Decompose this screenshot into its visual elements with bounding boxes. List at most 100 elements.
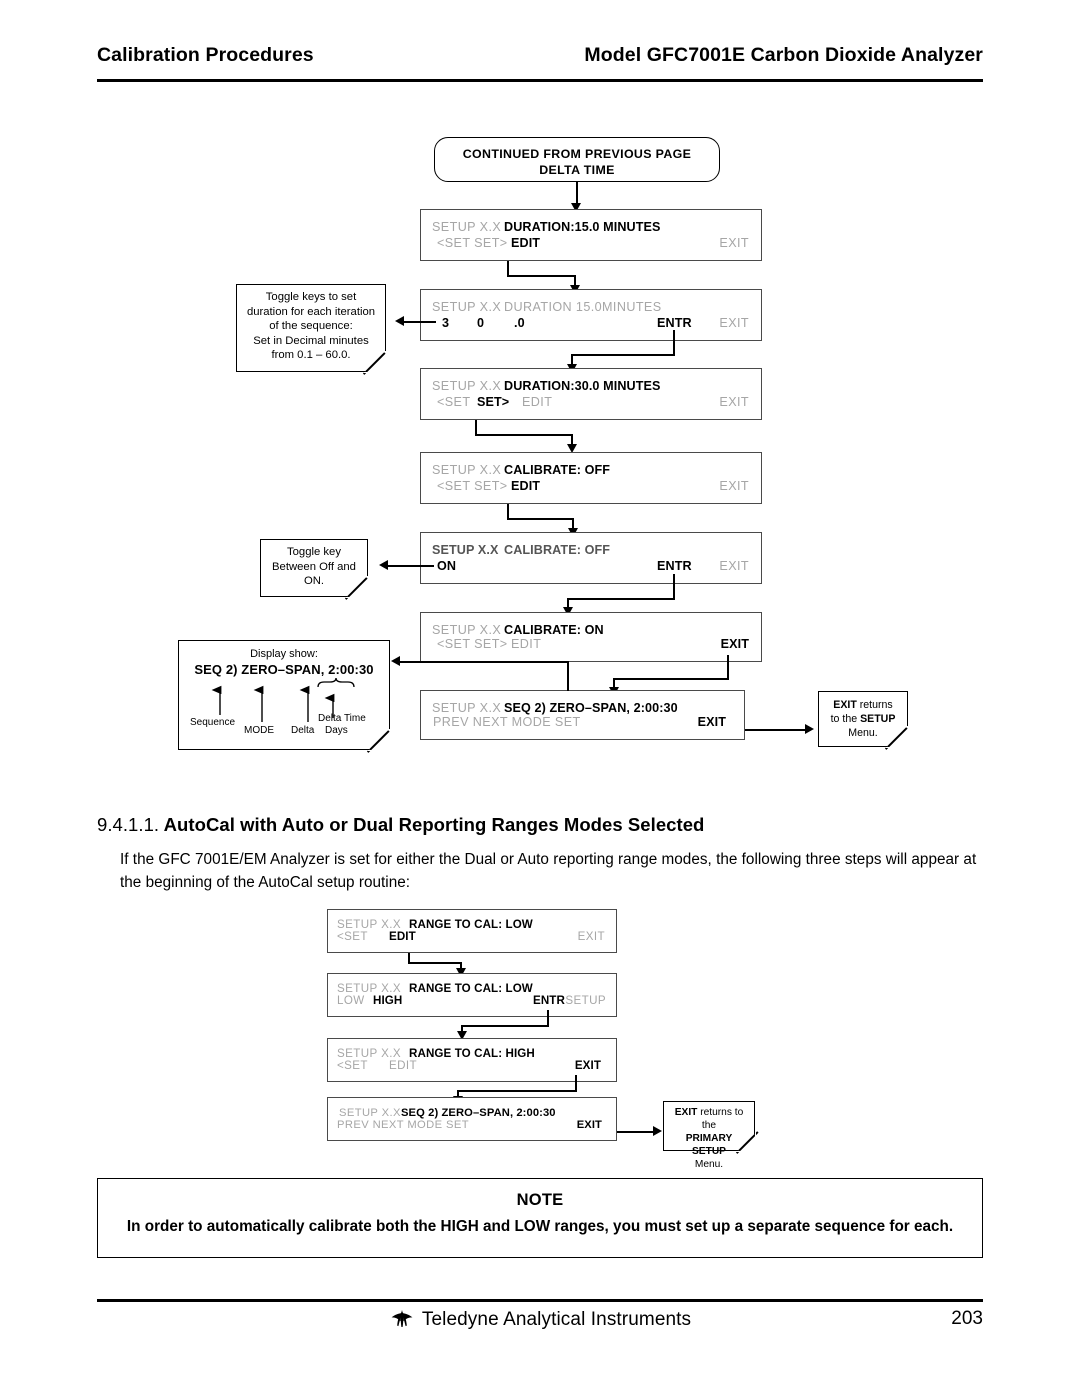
page-footer: Teledyne Analytical Instruments 203: [97, 1308, 983, 1342]
connector-line: [388, 565, 434, 567]
connector-arrow-left: [395, 316, 404, 326]
connector-line: [507, 275, 576, 277]
connector-line: [567, 598, 675, 600]
connector-arrow-left: [379, 560, 388, 570]
display-row-bottom: <SET EDIT EXIT: [328, 927, 616, 947]
footer-divider: [97, 1299, 983, 1302]
softkey-on[interactable]: ON: [437, 556, 456, 576]
connector-arrow-right: [653, 1126, 662, 1136]
note-exit-pre: to the: [830, 713, 861, 725]
display-row-bottom: <SET SET> EDIT EXIT: [421, 233, 761, 253]
display-box-range-select[interactable]: SETUP X.X RANGE TO CAL: LOW LOW HIGH ENT…: [327, 973, 617, 1017]
connector-line: [461, 1025, 549, 1027]
flow-terminator-continued: CONTINUED FROM PREVIOUS PAGE DELTA TIME: [434, 137, 720, 182]
softkey-entr[interactable]: ENTR: [533, 991, 565, 1011]
connector-line: [576, 182, 578, 205]
softkey-setup[interactable]: SETUP: [565, 991, 606, 1011]
header-left-title: Calibration Procedures: [97, 44, 314, 66]
connector-line: [571, 354, 675, 356]
digit-tens[interactable]: 3: [442, 313, 449, 333]
teledyne-logo-icon: [389, 1308, 415, 1334]
display-box-seq-summary-2[interactable]: SETUP X.X SEQ 2) ZERO–SPAN, 2:00:30 PREV…: [327, 1097, 617, 1141]
display-box-calibrate-toggle[interactable]: SETUP X.X CALIBRATE: OFF ON ENTR EXIT: [420, 532, 762, 584]
note-exit-line-3: Menu.: [694, 1159, 724, 1170]
note-exit-line-2: to the SETUP: [824, 712, 902, 726]
display-box-duration-15[interactable]: SETUP X.X DURATION:15.0 MINUTES <SET SET…: [420, 209, 762, 261]
softkey-nav-group[interactable]: PREV NEXT MODE SET: [337, 1115, 469, 1135]
display-box-calibrate-on[interactable]: SETUP X.X CALIBRATE: ON <SET SET> EDIT E…: [420, 612, 762, 662]
terminator-line-2: DELTA TIME: [539, 163, 615, 177]
section-number: 9.4.1.1.: [97, 814, 160, 835]
softkey-exit[interactable]: EXIT: [577, 1115, 602, 1135]
note-exit-line-2: PRIMARY SETUP: [669, 1132, 749, 1158]
softkey-set-pair[interactable]: <SET SET>: [437, 233, 508, 253]
header-divider: [97, 79, 983, 82]
page-header: Calibration Procedures Model GFC7001E Ca…: [97, 44, 983, 84]
footer-page-number: 203: [951, 1308, 983, 1329]
note-callout-box: NOTE In order to automatically calibrate…: [97, 1178, 983, 1258]
note-label-mode: MODE: [244, 725, 274, 736]
softkey-set-next[interactable]: SET>: [477, 392, 509, 412]
softkey-set-prev[interactable]: <SET: [437, 392, 470, 412]
softkey-low[interactable]: LOW: [337, 991, 365, 1011]
section-paragraph: If the GFC 7001E/EM Analyzer is set for …: [120, 851, 977, 891]
softkey-set-pair[interactable]: <SET SET>: [437, 634, 508, 654]
note-label-delta: Delta: [291, 725, 315, 736]
softkey-edit[interactable]: EDIT: [511, 476, 540, 496]
softkey-entr[interactable]: ENTR: [657, 556, 692, 576]
display-row-bottom: ON ENTR EXIT: [421, 556, 761, 576]
softkey-exit[interactable]: EXIT: [721, 634, 749, 654]
note-exit-returns-setup: EXIT returns to the SETUP Menu.: [818, 691, 909, 748]
note-title: NOTE: [516, 1191, 564, 1209]
note-exit-target: SETUP: [860, 713, 896, 725]
display-box-range-to-cal-low[interactable]: SETUP X.X RANGE TO CAL: LOW <SET EDIT EX…: [327, 909, 617, 953]
section-heading: 9.4.1.1. AutoCal with Auto or Dual Repor…: [97, 814, 704, 836]
connector-line: [457, 1090, 577, 1092]
softkey-exit[interactable]: EXIT: [698, 712, 726, 732]
note-exit-line-1: EXIT returns to the: [669, 1106, 749, 1132]
softkey-edit[interactable]: EDIT: [389, 927, 416, 947]
connector-line: [567, 662, 569, 691]
display-box-seq-summary[interactable]: SETUP X.X SEQ 2) ZERO–SPAN, 2:00:30 PREV…: [420, 690, 745, 740]
softkey-exit[interactable]: EXIT: [719, 313, 749, 333]
note-line: Toggle keys to set: [265, 291, 357, 303]
note-duration-toggle: Toggle keys to set duration for each ite…: [236, 284, 387, 373]
display-row-bottom: <SET EDIT EXIT: [328, 1056, 616, 1076]
softkey-exit[interactable]: EXIT: [578, 927, 605, 947]
display-box-duration-entry[interactable]: SETUP X.X DURATION 15.0MINUTES 3 0 .0 EN…: [420, 289, 762, 341]
display-box-duration-30[interactable]: SETUP X.X DURATION:30.0 MINUTES <SET SET…: [420, 368, 762, 420]
footer-center: Teledyne Analytical Instruments: [97, 1308, 983, 1334]
note-exit-rest: returns: [856, 699, 893, 711]
note-exit-keyword: EXIT: [833, 699, 857, 711]
softkey-exit[interactable]: EXIT: [719, 233, 749, 253]
display-box-range-to-cal-high[interactable]: SETUP X.X RANGE TO CAL: HIGH <SET EDIT E…: [327, 1038, 617, 1082]
display-box-calibrate-off[interactable]: SETUP X.X CALIBRATE: OFF <SET SET> EDIT …: [420, 452, 762, 504]
softkey-edit[interactable]: EDIT: [511, 233, 540, 253]
digit-decimal[interactable]: .0: [514, 313, 525, 333]
connector-line: [727, 655, 729, 680]
softkey-exit[interactable]: EXIT: [719, 476, 749, 496]
softkey-high[interactable]: HIGH: [373, 991, 402, 1011]
display-row-bottom: <SET SET> EDIT EXIT: [421, 476, 761, 496]
connector-line: [613, 678, 729, 680]
connector-line: [745, 729, 807, 731]
softkey-edit[interactable]: EDIT: [389, 1056, 417, 1076]
connector-line: [400, 661, 569, 663]
softkey-nav-group[interactable]: PREV NEXT MODE SET: [433, 712, 581, 732]
softkey-edit[interactable]: EDIT: [511, 634, 541, 654]
softkey-exit[interactable]: EXIT: [575, 1056, 601, 1076]
digit-ones[interactable]: 0: [477, 313, 484, 333]
note-label-sequence: Sequence: [190, 717, 236, 728]
note-line: Set in Decimal minutes: [253, 334, 369, 347]
softkey-set-pair[interactable]: <SET SET>: [437, 476, 508, 496]
softkey-set-prev[interactable]: <SET: [337, 1056, 368, 1076]
softkey-exit[interactable]: EXIT: [719, 392, 749, 412]
softkey-edit[interactable]: EDIT: [522, 392, 552, 412]
softkey-exit[interactable]: EXIT: [719, 556, 749, 576]
softkey-set-prev[interactable]: <SET: [337, 927, 368, 947]
note-display-show: Display show: SEQ 2) ZERO–SPAN, 2:00:30 …: [178, 640, 391, 751]
note-line: of the sequence:: [269, 320, 353, 332]
connector-line: [475, 434, 573, 436]
note-exit-returns-primary-setup: EXIT returns to the PRIMARY SETUP Menu.: [663, 1101, 760, 1170]
note-text: In order to automatically calibrate both…: [126, 1218, 954, 1235]
